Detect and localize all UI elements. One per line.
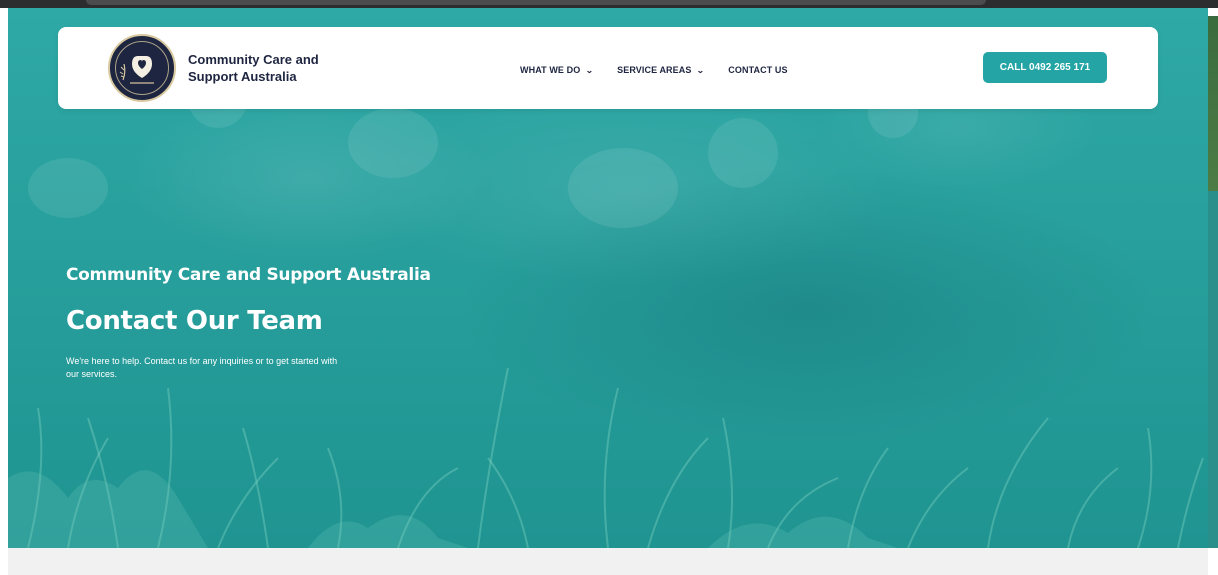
bokeh-light xyxy=(28,158,108,218)
call-button[interactable]: CALL 0492 265 171 xyxy=(983,52,1107,83)
nav-item-service-areas[interactable]: SERVICE AREAS ⌄ xyxy=(617,65,705,75)
footer-band xyxy=(8,548,1208,575)
page-scrollbar-lower xyxy=(1208,191,1218,548)
chevron-down-icon: ⌄ xyxy=(585,65,594,75)
site-header: Community Care and Support Australia WHA… xyxy=(58,27,1158,109)
hero-eyebrow: Community Care and Support Australia xyxy=(66,265,431,285)
chevron-down-icon: ⌄ xyxy=(696,65,705,75)
main-nav: WHAT WE DO ⌄ SERVICE AREAS ⌄ CONTACT US xyxy=(520,63,812,77)
nav-item-label: WHAT WE DO xyxy=(520,65,581,75)
hands-heart-icon xyxy=(119,56,154,84)
nav-item-contact-us[interactable]: CONTACT US xyxy=(728,65,787,75)
page-scrollbar-track[interactable] xyxy=(1208,16,1218,191)
nav-item-label: SERVICE AREAS xyxy=(617,65,692,75)
nav-item-label: CONTACT US xyxy=(728,65,788,75)
bokeh-light xyxy=(708,118,778,188)
hero-description: We're here to help. Contact us for any i… xyxy=(66,356,338,379)
brand-name[interactable]: Community Care and Support Australia xyxy=(188,51,358,85)
browser-top-strip xyxy=(0,0,1218,8)
bokeh-light xyxy=(568,148,678,228)
logo[interactable] xyxy=(108,34,176,102)
bokeh-light xyxy=(348,108,438,178)
nav-item-what-we-do[interactable]: WHAT WE DO ⌄ xyxy=(520,65,594,75)
hero-title: Contact Our Team xyxy=(66,306,323,336)
browser-top-strip-inner xyxy=(86,0,986,5)
